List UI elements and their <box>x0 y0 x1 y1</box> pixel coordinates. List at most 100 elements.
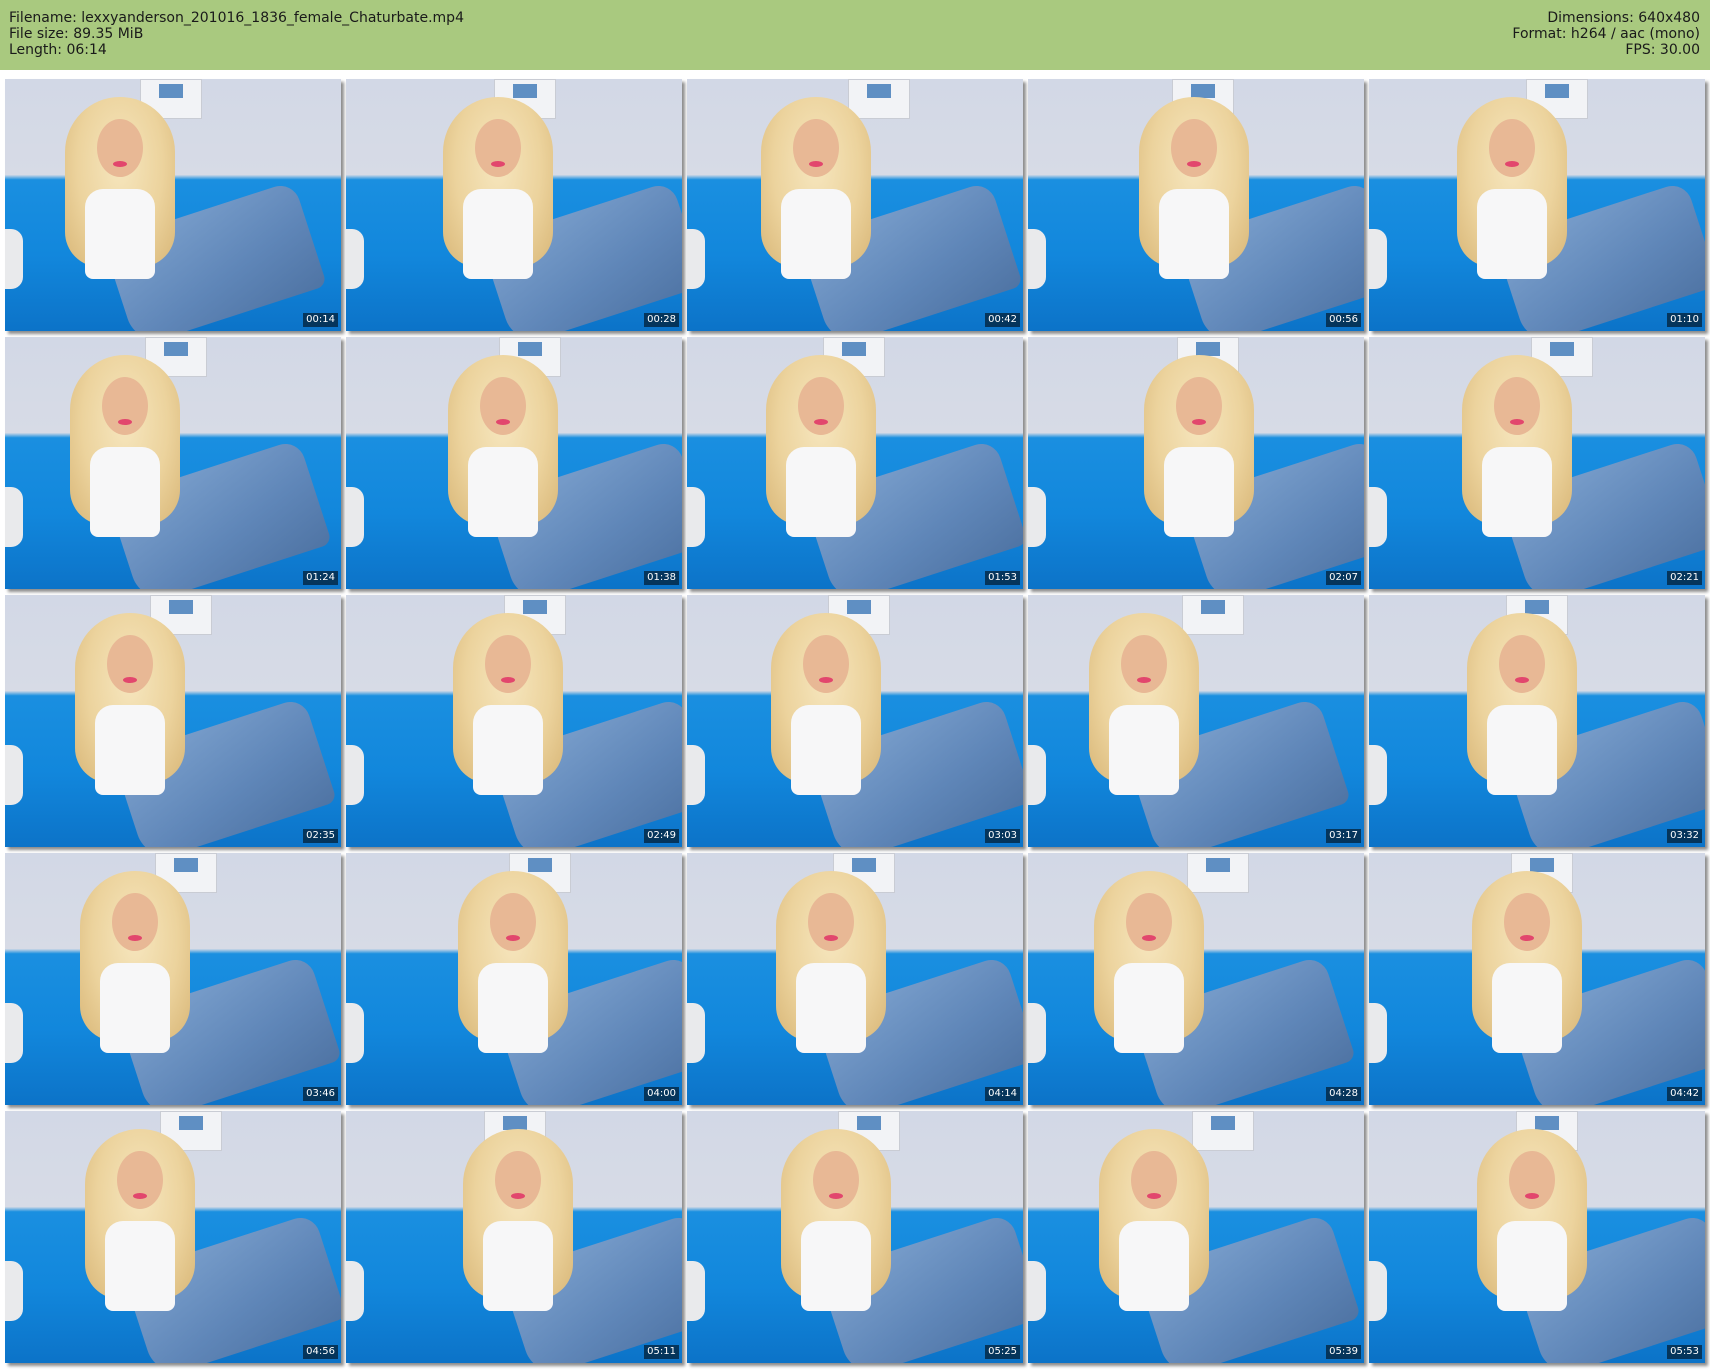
pillow <box>5 1261 23 1321</box>
pillow <box>1369 487 1387 547</box>
file-info-left: Filename: lexxyanderson_201016_1836_fema… <box>9 10 464 58</box>
white-top <box>791 705 861 795</box>
contact-sheet-header: Filename: lexxyanderson_201016_1836_fema… <box>0 0 1710 70</box>
thumbnail-timestamp: 00:42 <box>985 313 1020 327</box>
video-thumbnail: 01:10 <box>1369 79 1705 331</box>
wall-picture-image <box>1206 858 1230 872</box>
lips <box>501 677 515 683</box>
face <box>475 119 521 177</box>
face <box>808 893 854 951</box>
pillow <box>1028 1261 1046 1321</box>
wall-picture-image <box>1530 858 1554 872</box>
lips <box>1505 161 1519 167</box>
pillow <box>346 1261 364 1321</box>
white-top <box>478 963 548 1053</box>
lips <box>1187 161 1201 167</box>
pillow <box>687 1261 705 1321</box>
video-thumbnail: 02:21 <box>1369 337 1705 589</box>
video-thumbnail: 03:03 <box>687 595 1023 847</box>
pillow <box>346 487 364 547</box>
lips <box>819 677 833 683</box>
face <box>495 1151 541 1209</box>
wall-picture-image <box>159 84 183 98</box>
lips <box>1147 1193 1161 1199</box>
pillow <box>687 229 705 289</box>
pillow <box>1369 1261 1387 1321</box>
face <box>803 635 849 693</box>
length-text: Length: 06:14 <box>9 42 107 58</box>
pillow <box>346 745 364 805</box>
wall-picture-image <box>842 342 866 356</box>
pillow <box>1369 1003 1387 1063</box>
wall-picture-image <box>867 84 891 98</box>
video-thumbnail: 02:49 <box>346 595 682 847</box>
thumbnail-timestamp: 02:35 <box>303 829 338 843</box>
wall-picture-image <box>1191 84 1215 98</box>
wall-picture-image <box>513 84 537 98</box>
face <box>1494 377 1540 435</box>
video-thumbnail: 02:35 <box>5 595 341 847</box>
face <box>1131 1151 1177 1209</box>
video-thumbnail: 04:28 <box>1028 853 1364 1105</box>
white-top <box>483 1221 553 1311</box>
face <box>97 119 143 177</box>
white-top <box>801 1221 871 1311</box>
thumbnail-timestamp: 04:42 <box>1667 1087 1702 1101</box>
white-top <box>105 1221 175 1311</box>
face <box>1489 119 1535 177</box>
wall-picture-image <box>1525 600 1549 614</box>
lips <box>1137 677 1151 683</box>
thumbnail-timestamp: 05:39 <box>1326 1345 1361 1359</box>
pillow <box>687 1003 705 1063</box>
lips <box>829 1193 843 1199</box>
thumbnail-grid: 00:14 00:28 00:42 00:56 01:10 01:24 01:38 01:53… <box>0 76 1710 1366</box>
face <box>813 1151 859 1209</box>
wall-picture-image <box>1211 1116 1235 1130</box>
pillow <box>5 487 23 547</box>
wall-picture-image <box>503 1116 527 1130</box>
video-thumbnail: 05:39 <box>1028 1111 1364 1363</box>
wall-picture <box>1187 853 1249 893</box>
video-thumbnail: 05:25 <box>687 1111 1023 1363</box>
wall-picture <box>1182 595 1244 635</box>
thumbnail-timestamp: 05:53 <box>1667 1345 1702 1359</box>
video-thumbnail: 02:07 <box>1028 337 1364 589</box>
wall-picture-image <box>169 600 193 614</box>
lips <box>1515 677 1529 683</box>
pillow <box>1028 229 1046 289</box>
lips <box>1520 935 1534 941</box>
lips <box>123 677 137 683</box>
thumbnail-timestamp: 03:46 <box>303 1087 338 1101</box>
white-top <box>1487 705 1557 795</box>
pillow <box>1028 1003 1046 1063</box>
wall-picture-image <box>518 342 542 356</box>
video-thumbnail: 00:28 <box>346 79 682 331</box>
face <box>1499 635 1545 693</box>
pillow <box>346 1003 364 1063</box>
face <box>793 119 839 177</box>
thumbnail-timestamp: 02:49 <box>644 829 679 843</box>
wall-picture-image <box>174 858 198 872</box>
thumbnail-timestamp: 00:28 <box>644 313 679 327</box>
thumbnail-timestamp: 03:17 <box>1326 829 1361 843</box>
thumbnail-timestamp: 00:56 <box>1326 313 1361 327</box>
lips <box>133 1193 147 1199</box>
lips <box>491 161 505 167</box>
wall-picture-image <box>847 600 871 614</box>
white-top <box>95 705 165 795</box>
thumbnail-timestamp: 03:32 <box>1667 829 1702 843</box>
white-top <box>100 963 170 1053</box>
pillow <box>5 229 23 289</box>
format-text: Format: h264 / aac (mono) <box>1512 26 1700 42</box>
face <box>1176 377 1222 435</box>
thumbnail-timestamp: 00:14 <box>303 313 338 327</box>
video-thumbnail: 05:11 <box>346 1111 682 1363</box>
pillow <box>1028 745 1046 805</box>
face <box>490 893 536 951</box>
lips <box>814 419 828 425</box>
lips <box>1142 935 1156 941</box>
lips <box>506 935 520 941</box>
lips <box>128 935 142 941</box>
lips <box>511 1193 525 1199</box>
white-top <box>1119 1221 1189 1311</box>
